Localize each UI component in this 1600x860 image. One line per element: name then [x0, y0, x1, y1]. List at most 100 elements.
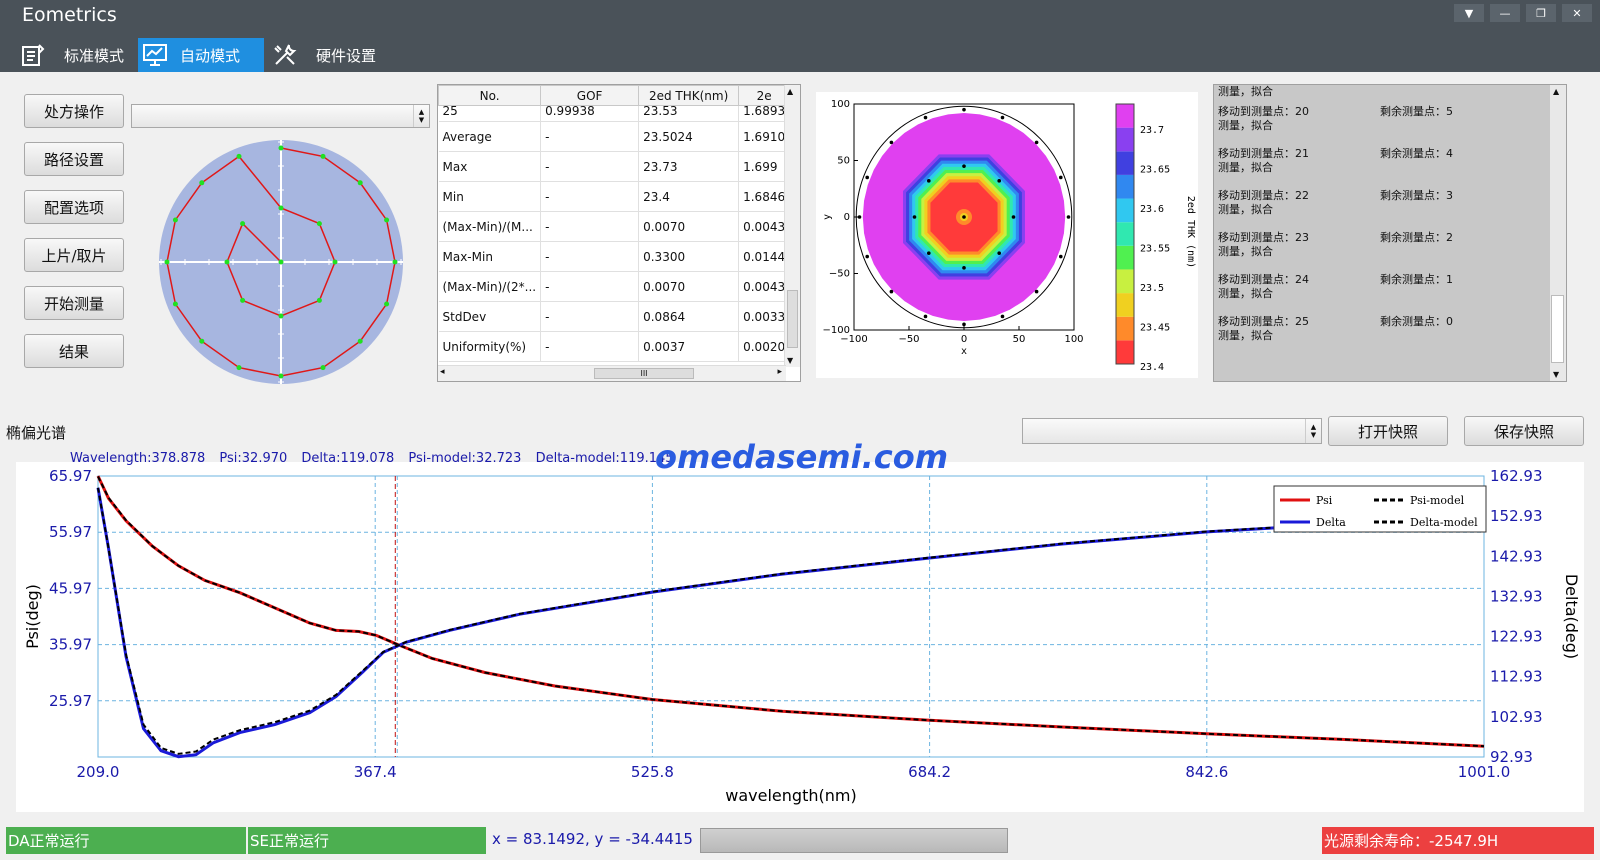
measurement-point[interactable] [357, 338, 363, 344]
table-row[interactable]: Uniformity(%) -0.0037 0.0020 [438, 331, 791, 362]
measurement-point[interactable] [332, 259, 338, 265]
measurement-point[interactable] [278, 145, 284, 151]
table-cell: - [540, 301, 640, 332]
table-row[interactable]: Max -23.73 1.699 [438, 151, 791, 182]
table-header[interactable]: 2e [738, 85, 791, 106]
measurement-point[interactable] [240, 221, 246, 227]
table-cell: 0.0144 [738, 241, 791, 272]
scroll-down-icon[interactable]: ▼ [787, 356, 793, 365]
x-tick-label: 0 [961, 334, 967, 345]
measurement-point[interactable] [240, 297, 246, 303]
table-cell: (Max-Min)/(2*... [438, 271, 542, 302]
measurement-point[interactable] [199, 338, 205, 344]
recipe-combo[interactable]: ▲ ▼ [131, 104, 430, 128]
measurement-point[interactable] [384, 301, 390, 307]
scroll-left-icon[interactable]: ◂ [440, 367, 445, 377]
tab-auto-mode-label: 自动模式 [172, 38, 265, 72]
measurement-point[interactable] [320, 365, 326, 371]
dropdown-button[interactable]: ▼ [1454, 4, 1484, 22]
measurement-point[interactable] [224, 259, 230, 265]
table-hscroll-thumb[interactable]: III [594, 368, 694, 379]
chart-legend: Psi Psi-model Delta Delta-model [1273, 485, 1487, 533]
results-button[interactable]: 结果 [24, 334, 124, 368]
table-cell: 0.3300 [638, 241, 740, 272]
log-item: 测量，拟合 [1218, 85, 1548, 105]
contour-sample-point [923, 115, 928, 120]
results-grid: No. GOF 2ed THK(nm) 2e 25 0.99938 23.53 1.6893… [438, 85, 791, 362]
table-cell: 0.0037 [638, 331, 740, 362]
table-row[interactable]: (Max-Min)/(M... -0.0070 0.0043 [438, 211, 791, 242]
maximize-button[interactable]: ❐ [1526, 4, 1556, 22]
log-remain: 剩余测量点：0 [1380, 315, 1453, 328]
table-row[interactable]: Min -23.4 1.6846 [438, 181, 791, 212]
close-button[interactable]: ✕ [1562, 4, 1592, 22]
measurement-point[interactable] [320, 153, 326, 159]
measurement-point[interactable] [278, 205, 284, 211]
y-tick-label: 50 [837, 156, 850, 167]
scroll-down-icon[interactable]: ▼ [1553, 370, 1559, 379]
table-row[interactable]: (Max-Min)/(2*... -0.0070 0.0043 [438, 271, 791, 302]
measurement-point[interactable] [278, 313, 284, 319]
recipe-button[interactable]: 处方操作 [24, 94, 124, 128]
colorbar-swatch [1116, 316, 1134, 341]
table-row[interactable]: Average -23.5024 1.6910 [438, 121, 791, 152]
measurement-point[interactable] [357, 180, 363, 186]
measurement-point[interactable] [199, 180, 205, 186]
measurement-point[interactable] [278, 373, 284, 379]
colorbar-tick-label: 23.65 [1140, 165, 1170, 176]
measurement-point[interactable] [172, 217, 178, 223]
wafer-path-map[interactable] [157, 138, 405, 386]
measurement-point[interactable] [236, 153, 242, 159]
log-move: 移动到测量点：25 [1218, 315, 1309, 328]
log-scrollbar[interactable]: ▲ ▼ [1550, 85, 1566, 381]
table-cell: 23.53 [638, 105, 740, 122]
config-options-button[interactable]: 配置选项 [24, 190, 124, 224]
snapshot-combo[interactable]: ▲ ▼ [1022, 418, 1322, 444]
measurement-point[interactable] [164, 259, 170, 265]
y2-axis-label: Delta(deg) [1562, 574, 1581, 659]
scroll-right-icon[interactable]: ▸ [777, 367, 782, 377]
table-header[interactable]: No. [438, 85, 542, 106]
tab-auto-mode[interactable]: 自动模式 [138, 38, 265, 72]
table-header[interactable]: GOF [540, 85, 640, 106]
start-measure-button[interactable]: 开始测量 [24, 286, 124, 320]
scroll-up-icon[interactable]: ▲ [1553, 87, 1559, 96]
path-settings-button[interactable]: 路径设置 [24, 142, 124, 176]
contour-sample-point [1000, 314, 1005, 319]
colorbar-swatch [1116, 127, 1134, 152]
table-cell: StdDev [438, 301, 542, 332]
ellipsometry-spectrum-chart[interactable]: 209.0 367.4 525.8 684.2 842.6 1001.065.9755.9… [16, 462, 1584, 812]
table-header[interactable]: 2ed THK(nm) [638, 85, 740, 106]
table-vertical-scrollbar[interactable]: ▲ ▼ [784, 85, 800, 367]
scroll-up-icon[interactable]: ▲ [787, 87, 793, 96]
tools-icon[interactable] [268, 38, 302, 72]
table-horizontal-scrollbar[interactable]: ◂ III ▸ [438, 365, 786, 381]
table-row[interactable]: 25 0.99938 23.53 1.6893 [438, 105, 791, 122]
save-snapshot-button[interactable]: 保存快照 [1464, 416, 1584, 446]
measurement-point[interactable] [236, 365, 242, 371]
log-action: 测量，拟合 [1218, 119, 1273, 132]
measurement-point[interactable] [392, 259, 398, 265]
minimize-button[interactable]: — [1490, 4, 1520, 22]
contour-sample-point [1059, 175, 1063, 180]
document-icon[interactable] [16, 38, 50, 72]
colorbar-tick-label: 23.6 [1140, 204, 1164, 215]
measurement-point[interactable] [384, 217, 390, 223]
table-scroll-thumb[interactable] [787, 290, 798, 348]
log-scroll-thumb[interactable] [1551, 295, 1564, 363]
load-unload-button[interactable]: 上片/取片 [24, 238, 124, 272]
measurement-point[interactable] [278, 259, 284, 265]
tab-standard-mode[interactable]: 标准模式 [50, 38, 138, 72]
measurement-point[interactable] [316, 297, 322, 303]
open-snapshot-button[interactable]: 打开快照 [1328, 416, 1448, 446]
table-row[interactable]: StdDev -0.0864 0.0033 [438, 301, 791, 332]
table-cell: - [540, 151, 640, 182]
table-row[interactable]: Max-Min -0.3300 0.0144 [438, 241, 791, 272]
measurement-point[interactable] [316, 221, 322, 227]
measurement-log: 测量，拟合 移动到测量点：20 测量，拟合 剩余测量点：5 移动到测量点：21 测量，拟… [1213, 84, 1567, 382]
measurement-point[interactable] [172, 301, 178, 307]
y2-tick-label: 102.93 [1490, 708, 1543, 726]
tab-hardware-settings[interactable]: 硬件设置 [302, 38, 390, 72]
contour-sample-point [912, 215, 917, 219]
contour-sample-point [927, 251, 931, 255]
